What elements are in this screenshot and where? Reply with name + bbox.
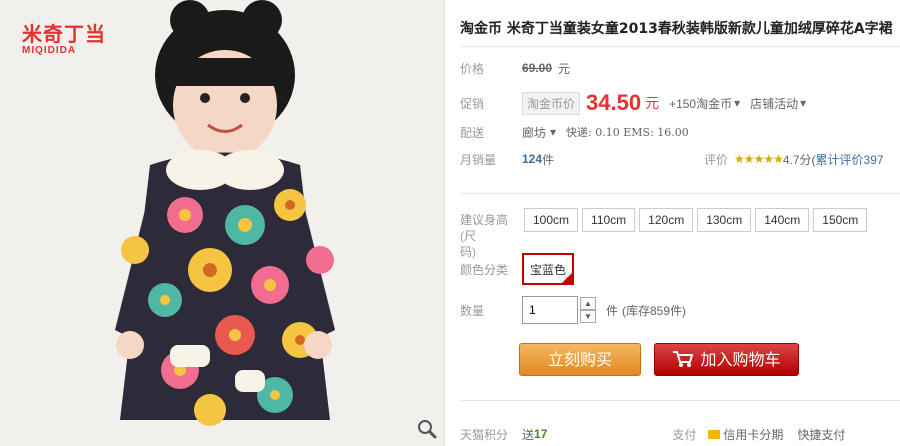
payment-label: 支付 [672,427,697,442]
credit-card-icon [708,429,721,439]
price-label: 价格 [460,61,485,76]
product-detail-panel: 淘金币 米奇丁当童装女童2013春秋装韩版新款儿童加绒厚碎花A字裙 价格 69.… [460,0,900,446]
quick-pay[interactable]: 快捷支付 [797,426,845,443]
divider [460,193,900,194]
brand-logo: 米奇丁当 MIQIDIDA [22,18,106,56]
selected-check-icon [562,273,573,283]
size-selector: 建议身高(尺 码) 100cm 110cm 120cm 130cm 140cm 150cm [460,208,900,259]
sales-row: 月销量 124 件 评价 ★★★★★ 4.7分 (累计评价397 [460,147,900,171]
points-prefix: 送 [522,427,535,442]
quantity-unit: 件 [606,303,619,318]
sales-unit: 件 [542,152,555,167]
quantity-row: 数量 ▲ ▼ 件 (库存859件) [460,295,686,325]
color-row: 颜色分类 宝蓝色 [460,252,575,286]
shipping-detail: 快递: 0.10 EMS: 16.00 [566,126,689,139]
rating-score: 4.7分 [782,152,812,167]
color-option-selected[interactable]: 宝蓝色 [522,253,575,285]
sales-count: 124 [522,152,543,166]
promo-price: 34.50 [586,90,642,115]
chevron-down-icon: ▾ [734,96,741,110]
quantity-label: 数量 [460,303,485,318]
size-option[interactable]: 150cm [813,208,868,232]
brand-logo-cn: 米奇丁当 [22,22,106,46]
credit-installment[interactable]: 信用卡分期 [723,426,783,443]
promo-label: 促销 [460,96,485,111]
coin-price-tag: 淘金币价 [522,91,581,115]
size-option[interactable]: 130cm [697,208,752,232]
color-label: 颜色分类 [460,262,509,277]
sales-label: 月销量 [460,152,497,167]
price-unit: 元 [558,61,571,76]
zoom-icon[interactable] [416,418,438,440]
quantity-stepper[interactable]: ▲ ▼ [580,297,596,323]
color-option-label: 宝蓝色 [530,263,567,277]
buy-now-button[interactable]: 立刻购买 [519,343,641,376]
size-option[interactable]: 140cm [755,208,810,232]
size-option[interactable]: 100cm [524,208,579,232]
points-value: 17 [534,427,548,441]
size-label-line1: 建议身高(尺 [460,213,509,243]
rating-stars: ★★★★★ [734,152,784,166]
price-row: 价格 69.00 元 [460,56,570,80]
chevron-down-icon: ▾ [800,96,807,110]
rating-count-link[interactable]: (累计评价397 [812,151,884,168]
stock-count: (库存859件) [622,303,687,318]
store-activity-link[interactable]: 店铺活动 [750,95,798,112]
size-option[interactable]: 120cm [639,208,694,232]
original-price: 69.00 [522,61,553,75]
divider [460,400,900,401]
shipping-row: 配送 廊坊 ▾ 快递: 0.10 EMS: 16.00 [460,120,689,144]
add-to-cart-label: 加入购物车 [700,350,781,369]
size-option[interactable]: 110cm [582,208,636,232]
product-photo[interactable] [0,0,445,446]
promo-price-unit: 元 [645,95,660,111]
tmall-points-label: 天猫积分 [460,427,509,442]
chevron-down-icon: ▾ [550,125,557,139]
increment-icon[interactable]: ▲ [580,297,596,310]
decrement-icon[interactable]: ▼ [580,310,596,323]
add-to-cart-button[interactable]: 加入购物车 [654,343,799,376]
rating-label: 评价 [704,152,729,167]
shipping-label: 配送 [460,125,485,140]
promo-row: 促销 淘金币价 34.50 元 +150淘金币 ▾ 店铺活动 ▾ [460,88,806,118]
coin-bonus: +150淘金币 [669,96,733,111]
product-image-panel[interactable]: 米奇丁当 MIQIDIDA [0,0,445,446]
size-options: 100cm 110cm 120cm 130cm 140cm 150cm [524,208,871,232]
cart-icon [673,351,694,367]
product-title: 淘金币 米奇丁当童装女童2013春秋装韩版新款儿童加绒厚碎花A字裙 [460,21,893,37]
divider [460,46,900,47]
quantity-input[interactable] [522,296,578,324]
footer-row: 天猫积分 送 17 支付 信用卡分期 快捷支付 [460,422,900,446]
shipping-origin[interactable]: 廊坊 [522,124,546,141]
